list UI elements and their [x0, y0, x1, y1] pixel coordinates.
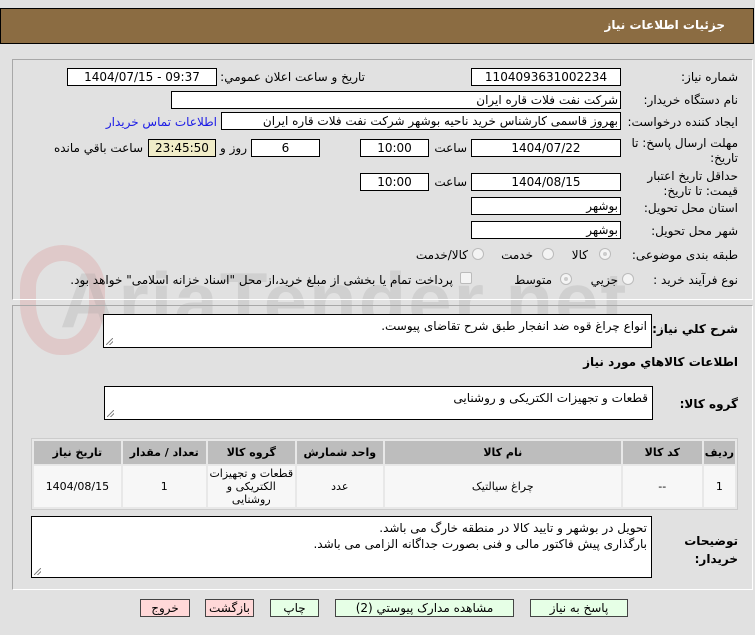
- col-row: ردیف: [703, 441, 735, 464]
- goods-group-text: قطعات و تجهیزات الکتریکی و روشنایی: [453, 391, 648, 405]
- days-label: روز و: [220, 141, 247, 155]
- col-code: کد کالا: [622, 441, 702, 464]
- cell-date: 1404/08/15: [34, 466, 121, 507]
- validity-label: حداقل تاریخ اعتبار قیمت: تا تاریخ:: [647, 169, 738, 198]
- category-radio-goods[interactable]: [599, 248, 611, 260]
- category-radio-goods-service[interactable]: [472, 248, 484, 260]
- treasury-payment-note: پرداخت تمام یا بخشی از مبلغ خرید،از محل …: [70, 273, 453, 287]
- cell-quantity: 1: [122, 466, 206, 507]
- exit-button[interactable]: خروج: [140, 599, 190, 617]
- col-quantity: تعداد / مقدار: [122, 441, 206, 464]
- treasury-payment-checkbox[interactable]: [460, 272, 472, 284]
- goods-group-label: گروه کالا:: [679, 397, 738, 411]
- cell-row: 1: [703, 466, 735, 507]
- creator-field[interactable]: بهروز قاسمی کارشناس خرید ناحیه بوشهر شرک…: [221, 112, 621, 130]
- page-header: جزئیات اطلاعات نیاز: [0, 8, 754, 44]
- summary-text: انواع چراغ قوه ضد انفجار طبق شرح تقاضای …: [381, 319, 647, 333]
- table-row: 1 -- چراغ سیالتیک عدد قطعات و تجهیزات ال…: [34, 466, 735, 507]
- deadline-label: مهلت ارسال پاسخ: تا تاریخ:: [631, 136, 738, 165]
- buyer-contact-link[interactable]: اطلاعات تماس خريدار: [106, 115, 217, 129]
- col-group: گروه کالا: [207, 441, 295, 464]
- process-label: نوع فرآیند خرید :: [653, 273, 738, 287]
- days-field[interactable]: 6: [251, 139, 320, 157]
- announce-label: تاریخ و ساعت اعلان عمومي:: [220, 70, 365, 84]
- remaining-label: ساعت باقي مانده: [53, 141, 143, 155]
- goods-group-textarea[interactable]: قطعات و تجهیزات الکتریکی و روشنایی: [104, 386, 653, 420]
- remaining-time-field: 23:45:50: [148, 139, 216, 157]
- print-button[interactable]: چاپ: [270, 599, 319, 617]
- process-radio-minor[interactable]: [622, 273, 634, 285]
- deadline-date-field[interactable]: 1404/07/22: [471, 139, 621, 157]
- process-radio-medium[interactable]: [560, 273, 572, 285]
- view-attachments-button[interactable]: مشاهده مدارک پیوستي (2): [335, 599, 514, 617]
- cell-code: --: [622, 466, 702, 507]
- need-number-label: شماره نیاز:: [681, 70, 738, 84]
- cell-unit: عدد: [296, 466, 383, 507]
- buyer-notes-label: توضیحات خریدار:: [684, 534, 738, 566]
- category-label: طبقه بندی موضوعی:: [631, 248, 738, 262]
- city-label: شهر محل تحویل:: [651, 224, 738, 238]
- buyer-field[interactable]: شرکت نفت فلات قاره ایران: [171, 91, 621, 109]
- buyer-notes-line-1: تحویل در بوشهر و تایید کالا در منطقه خار…: [379, 521, 647, 535]
- buyer-notes-line-2: بارگذاری پیش فاکتور مالی و فنی بصورت جدا…: [313, 537, 647, 551]
- goods-section-title: اطلاعات کالاهاي مورد نياز: [583, 355, 738, 369]
- deadline-time-label: ساعت: [434, 141, 467, 155]
- category-option-service: خدمت: [501, 248, 533, 262]
- validity-date-field[interactable]: 1404/08/15: [471, 173, 621, 191]
- category-option-goods: کالا: [571, 248, 588, 262]
- col-name: نام کالا: [384, 441, 621, 464]
- cell-name: چراغ سیالتیک: [384, 466, 621, 507]
- need-number-field[interactable]: 1104093631002234: [471, 68, 621, 86]
- reply-button[interactable]: پاسخ به نیاز: [530, 599, 628, 617]
- summary-textarea[interactable]: انواع چراغ قوه ضد انفجار طبق شرح تقاضای …: [103, 314, 652, 348]
- summary-label: شرح کلي نياز:: [652, 322, 738, 336]
- cell-group: قطعات و تجهیزات الکتریکی و روشنایی: [207, 466, 295, 507]
- province-field[interactable]: بوشهر: [471, 197, 621, 215]
- back-button[interactable]: بازگشت: [205, 599, 254, 617]
- process-option-medium: متوسط: [514, 273, 552, 287]
- goods-table: ردیف کد کالا نام کالا واحد شمارش گروه کا…: [31, 438, 738, 510]
- table-header-row: ردیف کد کالا نام کالا واحد شمارش گروه کا…: [34, 441, 735, 464]
- category-option-goods-service: کالا/خدمت: [415, 248, 468, 262]
- deadline-time-field[interactable]: 10:00: [360, 139, 429, 157]
- page-title: جزئیات اطلاعات نیاز: [604, 18, 725, 32]
- creator-label: ايجاد کننده درخواست:: [627, 115, 738, 129]
- validity-time-field[interactable]: 10:00: [360, 173, 429, 191]
- province-label: استان محل تحویل:: [643, 201, 738, 215]
- col-unit: واحد شمارش: [296, 441, 383, 464]
- buyer-label: نام دستگاه خريدار:: [643, 93, 739, 107]
- category-radio-service[interactable]: [542, 248, 554, 260]
- announce-field[interactable]: 1404/07/15 - 09:37: [67, 68, 217, 86]
- validity-time-label: ساعت: [434, 175, 467, 189]
- col-date: تاریخ نیاز: [34, 441, 121, 464]
- process-option-minor: جزيي: [590, 273, 618, 287]
- city-field[interactable]: بوشهر: [471, 221, 621, 239]
- buyer-notes-textarea[interactable]: تحویل در بوشهر و تایید کالا در منطقه خار…: [31, 516, 652, 578]
